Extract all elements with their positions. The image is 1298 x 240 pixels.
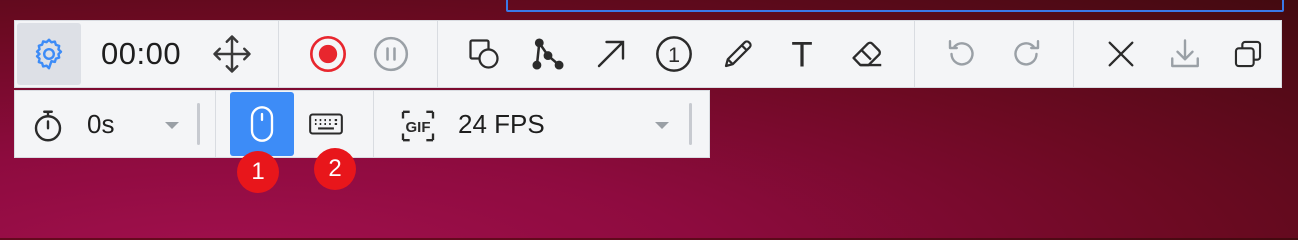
record-button[interactable] (303, 29, 353, 79)
stopwatch-icon (34, 110, 62, 142)
number-circle-icon: 1 (656, 36, 692, 72)
eraser-icon (852, 41, 882, 67)
mouse-icon (250, 106, 274, 142)
arrow-button[interactable] (586, 29, 636, 79)
gear-icon (35, 38, 63, 70)
step-badge-1: 1 (237, 151, 279, 193)
eraser-button[interactable] (842, 29, 892, 79)
toolbar-separator (278, 21, 279, 87)
polyline-icon (532, 38, 564, 70)
redo-icon (1014, 40, 1040, 66)
move-arrows-icon (213, 35, 251, 73)
close-icon (1108, 41, 1134, 67)
gif-icon: GIF (401, 110, 435, 142)
delay-dropdown-icon-holder[interactable] (23, 101, 73, 151)
main-toolbar: 00:00 1 T (14, 20, 1282, 88)
undo-button[interactable] (937, 29, 987, 79)
drag-handle (197, 103, 200, 145)
step-badge-2: 2 (314, 148, 356, 190)
drag-handle (689, 103, 692, 145)
capture-keyboard-toggle[interactable] (301, 99, 351, 149)
shape-button[interactable] (459, 29, 509, 79)
redo-button[interactable] (1001, 29, 1051, 79)
move-button[interactable] (207, 29, 257, 79)
toolbar-separator (437, 21, 438, 87)
format-icon-holder[interactable]: GIF (395, 103, 441, 149)
fps-caret-icon[interactable] (655, 122, 669, 129)
text-tool-glyph: T (791, 36, 812, 73)
keyboard-icon (309, 113, 343, 135)
close-button[interactable] (1096, 29, 1146, 79)
download-icon (1171, 39, 1199, 68)
copy-icon (1234, 40, 1262, 68)
delay-caret-icon[interactable] (165, 122, 179, 129)
toolbar-separator (373, 91, 374, 157)
number-marker-button[interactable]: 1 (649, 29, 699, 79)
text-icon: T (791, 36, 812, 73)
number-marker-text: 1 (668, 42, 680, 67)
pause-icon (373, 36, 409, 72)
fps-value[interactable]: 24 FPS (458, 109, 545, 140)
undo-icon (948, 40, 974, 66)
capture-mouse-toggle[interactable] (230, 92, 294, 156)
recording-timer: 00:00 (101, 36, 182, 71)
toolbar-separator (1073, 21, 1074, 87)
gif-icon-text: GIF (406, 119, 431, 136)
polyline-button[interactable] (523, 29, 573, 79)
shape-icon (469, 39, 499, 69)
toolbar-separator (215, 91, 216, 157)
record-icon (310, 36, 346, 72)
options-toolbar: 0s GIF 24 FPS (14, 90, 710, 158)
download-button[interactable] (1160, 29, 1210, 79)
pencil-icon (724, 40, 752, 68)
delay-value[interactable]: 0s (87, 109, 114, 140)
pen-button[interactable] (713, 29, 763, 79)
capture-region-frame[interactable] (506, 0, 1284, 12)
arrow-icon (597, 40, 625, 68)
text-button[interactable]: T (777, 29, 827, 79)
toolbar-separator (914, 21, 915, 87)
settings-button[interactable] (17, 23, 81, 85)
pause-button[interactable] (366, 29, 416, 79)
copy-button[interactable] (1223, 29, 1273, 79)
